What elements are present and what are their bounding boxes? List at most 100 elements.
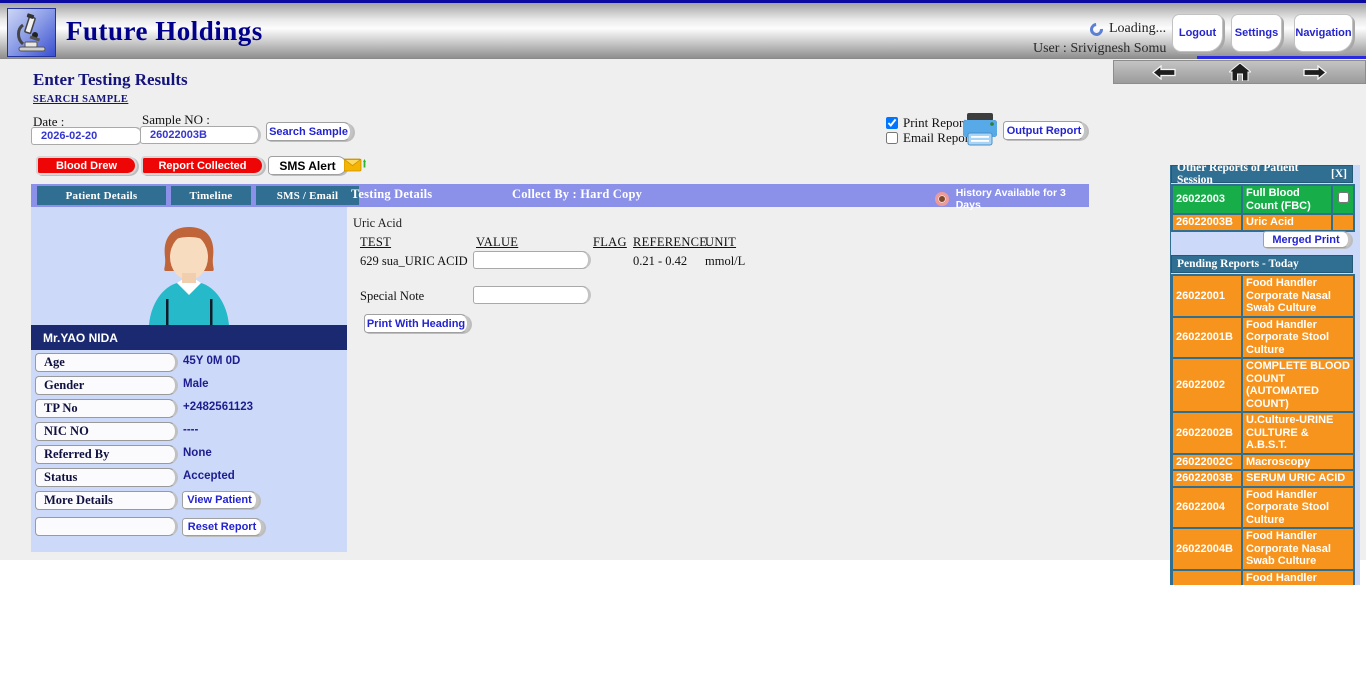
report-checkbox-cell <box>1331 184 1355 215</box>
history-icon <box>935 192 949 206</box>
col-unit: UNIT <box>705 235 737 249</box>
report-name: Food Handler Corporate Stool Culture <box>1241 315 1355 359</box>
patient-row-gender: Gender Male <box>31 376 347 395</box>
pending-report-row[interactable]: 26022004 Food Handler Corporate Stool Cu… <box>1171 485 1355 529</box>
pending-report-row[interactable]: 26022001B Food Handler Corporate Stool C… <box>1171 315 1355 359</box>
pending-report-row[interactable]: 26022002C Macroscopy <box>1171 452 1355 471</box>
report-name: Food Handler Corporate Stool Culture <box>1241 568 1355 585</box>
spinner-icon <box>1087 19 1106 39</box>
printer-icon <box>963 113 997 146</box>
back-arrow-icon[interactable] <box>1152 64 1176 80</box>
testing-details-title: Testing Details <box>351 187 433 201</box>
email-report-checkbox[interactable] <box>886 132 898 144</box>
close-icon[interactable]: [X] <box>1331 168 1347 180</box>
app-header: Future Holdings Loading... User : Srivig… <box>0 0 1366 59</box>
report-name: Food Handler Corporate Nasal Swab Cultur… <box>1241 274 1355 318</box>
other-report-row[interactable]: 26022003B Uric Acid <box>1171 213 1355 232</box>
report-collected-button[interactable]: Report Collected <box>141 156 264 175</box>
section-tabbar: Patient Details Timeline SMS / Email Tes… <box>31 184 1089 211</box>
row-label: Status <box>35 468 178 487</box>
app-window: Future Holdings Loading... User : Srivig… <box>0 0 1366 678</box>
special-note-label: Special Note <box>360 289 425 303</box>
report-select-checkbox[interactable] <box>1337 192 1349 204</box>
other-reports-table: 26022003 Full Blood Count (FBC) 26022003… <box>1171 184 1355 232</box>
history-navbar <box>1113 60 1366 84</box>
report-id: 26022003B <box>1171 469 1243 488</box>
report-name: Full Blood Count (FBC) <box>1241 184 1333 215</box>
patient-avatar <box>31 207 347 325</box>
report-id: 26022001B <box>1171 315 1243 359</box>
report-id: 26022002C <box>1171 452 1243 471</box>
col-test: TEST <box>360 235 392 249</box>
pending-report-row[interactable]: 26022002B U.Culture-URINE CULTURE & A.B.… <box>1171 411 1355 455</box>
report-id: 26022001 <box>1171 274 1243 318</box>
loading-indicator: Loading... <box>1087 19 1167 39</box>
row-label <box>35 517 178 536</box>
history-note: History Available for 3 Days <box>935 187 1089 211</box>
forward-arrow-icon[interactable] <box>1303 64 1327 80</box>
pending-report-row[interactable]: 26022003B SERUM URIC ACID <box>1171 469 1355 488</box>
special-note-input[interactable] <box>473 286 591 304</box>
report-name: Food Handler Corporate Nasal Swab Cultur… <box>1241 527 1355 571</box>
patient-row-age: Age 45Y 0M 0D <box>31 353 347 372</box>
report-name: SERUM URIC ACID <box>1241 469 1355 488</box>
pending-reports-title: Pending Reports - Today <box>1177 258 1299 270</box>
output-report-button[interactable]: Output Report <box>1003 121 1087 140</box>
test-unit: mmol/L <box>705 254 746 268</box>
row-value: Accepted <box>183 470 235 482</box>
row-label: More Details <box>35 491 178 510</box>
date-input[interactable] <box>31 127 144 145</box>
tab-patient-details[interactable]: Patient Details <box>37 186 166 205</box>
search-sample-button[interactable]: Search Sample <box>266 122 353 141</box>
collect-by-label: Collect By : Hard Copy <box>512 187 643 201</box>
report-name: Macroscopy <box>1241 452 1355 471</box>
row-label: Age <box>35 353 178 372</box>
pending-report-row[interactable]: 26022001 Food Handler Corporate Nasal Sw… <box>1171 274 1355 318</box>
row-value: None <box>183 447 212 459</box>
merged-print-button[interactable]: Merged Print <box>1263 231 1351 248</box>
search-sample-link[interactable]: SEARCH SAMPLE <box>33 94 128 105</box>
tab-timeline[interactable]: Timeline <box>171 186 251 205</box>
sample-no-input[interactable] <box>140 126 261 144</box>
report-id: 26022002 <box>1171 357 1243 413</box>
col-value: VALUE <box>476 235 519 249</box>
pending-report-row[interactable]: 26022004B Food Handler Corporate Nasal S… <box>1171 527 1355 571</box>
other-report-row[interactable]: 26022003 Full Blood Count (FBC) <box>1171 184 1355 215</box>
report-name: U.Culture-URINE CULTURE & A.B.S.T. <box>1241 411 1355 455</box>
test-reference: 0.21 - 0.42 <box>633 254 688 268</box>
report-id: 26022002B <box>1171 411 1243 455</box>
sms-alert-button[interactable]: SMS Alert <box>268 156 347 175</box>
report-name: Food Handler Corporate Stool Culture <box>1241 485 1355 529</box>
patient-name: Mr.YAO NIDA <box>31 325 347 350</box>
test-group-title: Uric Acid <box>353 216 402 230</box>
reset-report-button[interactable]: Reset Report <box>182 518 264 536</box>
row-label: TP No <box>35 399 178 418</box>
home-icon[interactable] <box>1228 63 1251 81</box>
logout-button[interactable]: Logout <box>1172 14 1223 52</box>
col-flag: FLAG <box>593 235 627 249</box>
pending-report-row[interactable]: 26022002 COMPLETE BLOOD COUNT (AUTOMATED… <box>1171 357 1355 413</box>
row-label: Gender <box>35 376 178 395</box>
other-reports-title: Other Reports of Patient Session <box>1177 165 1299 186</box>
col-reference: REFERENCE <box>633 235 708 249</box>
microscope-icon <box>16 12 45 51</box>
navigation-button[interactable]: Navigation <box>1294 14 1353 52</box>
print-with-heading-button[interactable]: Print With Heading <box>364 314 470 333</box>
pending-reports-header: Pending Reports - Today <box>1171 255 1353 273</box>
history-note-text: History Available for 3 Days <box>955 187 1066 211</box>
print-report-label: Print Report <box>903 115 967 130</box>
blood-drew-button[interactable]: Blood Drew <box>36 156 137 175</box>
brand-title: Future Holdings <box>66 16 263 46</box>
report-id: 26022004B <box>1171 527 1243 571</box>
pending-report-row[interactable]: 26022005 Food Handler Corporate Stool Cu… <box>1171 568 1355 585</box>
print-report-checkbox[interactable] <box>886 117 898 129</box>
report-name: COMPLETE BLOOD COUNT (AUTOMATED COUNT) <box>1241 357 1355 413</box>
view-patient-button[interactable]: View Patient <box>182 491 259 509</box>
page-title: Enter Testing Results <box>33 70 188 89</box>
loading-text: Loading... <box>1109 21 1167 36</box>
row-label: NIC NO <box>35 422 178 441</box>
patient-row-referredby: Referred By None <box>31 445 347 464</box>
test-value-input[interactable] <box>473 251 591 269</box>
settings-button[interactable]: Settings <box>1231 14 1282 52</box>
tab-sms-email[interactable]: SMS / Email <box>256 186 359 205</box>
